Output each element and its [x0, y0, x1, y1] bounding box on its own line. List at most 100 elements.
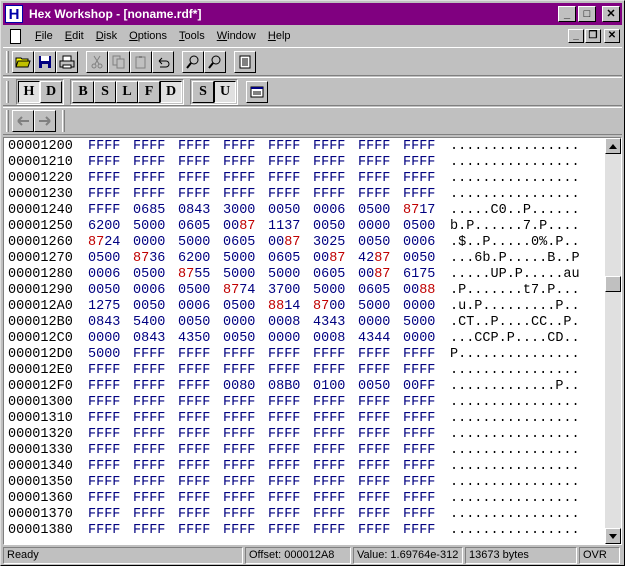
hex-word[interactable]: FFFF — [178, 139, 223, 155]
hex-word[interactable]: FFFF — [223, 427, 268, 443]
undo-button[interactable] — [152, 50, 174, 73]
hex-word[interactable]: FFFF — [223, 395, 268, 411]
hex-word[interactable]: FFFF — [223, 139, 268, 155]
toolbar-grip[interactable] — [6, 110, 9, 132]
hex-mode-button[interactable]: H — [18, 80, 40, 103]
hex-word[interactable]: FFFF — [403, 411, 448, 427]
hex-word[interactable]: FFFF — [268, 411, 313, 427]
hex-ascii[interactable]: ................ — [450, 507, 580, 523]
hex-row[interactable]: 00001240 FFFF 0685 0843 3000 0050 0006 0500 8717… — [8, 203, 580, 219]
hex-word[interactable]: FFFF — [178, 347, 223, 363]
open-button[interactable] — [12, 50, 34, 73]
hex-row[interactable]: 000012A0 1275 0050 0006 0500 8814 8700 5000 0000… — [8, 299, 580, 315]
hex-word[interactable]: FFFF — [403, 427, 448, 443]
hex-word[interactable]: 0006 — [178, 299, 223, 315]
hex-word[interactable]: FFFF — [88, 411, 133, 427]
hex-word[interactable]: FFFF — [178, 379, 223, 395]
hex-word[interactable]: FFFF — [133, 459, 178, 475]
hex-word[interactable]: FFFF — [403, 395, 448, 411]
hex-word[interactable]: FFFF — [268, 363, 313, 379]
hex-row[interactable]: 000012D0 5000 FFFF FFFF FFFF FFFF FFFF FFFF FFFF… — [8, 347, 580, 363]
hex-word[interactable]: 4343 — [313, 315, 358, 331]
hex-word[interactable]: 0008 — [268, 315, 313, 331]
hex-row[interactable]: 000012B0 0843 5400 0050 0000 0008 4343 0000 5000… — [8, 315, 580, 331]
hex-word[interactable]: FFFF — [268, 187, 313, 203]
hex-rows[interactable]: 00001200 FFFF FFFF FFFF FFFF FFFF FFFF FFFF FFFF… — [8, 139, 580, 539]
mdi-minimize-button[interactable]: _ — [568, 28, 584, 43]
hex-word[interactable]: 3700 — [268, 283, 313, 299]
find-button[interactable] — [182, 50, 204, 73]
hex-word[interactable]: FFFF — [403, 155, 448, 171]
hex-word[interactable]: FFFF — [358, 491, 403, 507]
hex-ascii[interactable]: ................ — [450, 171, 580, 187]
hex-word[interactable]: FFFF — [178, 491, 223, 507]
hex-word[interactable]: 0685 — [133, 203, 178, 219]
hex-word[interactable]: FFFF — [88, 171, 133, 187]
hex-word[interactable]: FFFF — [133, 171, 178, 187]
hex-word[interactable]: 0000 — [223, 315, 268, 331]
toolbar-grip[interactable] — [6, 50, 9, 73]
hex-word[interactable]: 0605 — [223, 235, 268, 251]
hex-word[interactable]: 5000 — [358, 299, 403, 315]
menu-window[interactable]: Window — [211, 30, 262, 42]
hex-word[interactable]: 0006 — [403, 235, 448, 251]
hex-word[interactable]: 0500 — [133, 267, 178, 283]
calculator-button[interactable] — [246, 80, 268, 103]
hex-word[interactable]: FFFF — [88, 139, 133, 155]
scroll-thumb[interactable] — [605, 276, 621, 292]
hex-word[interactable]: FFFF — [88, 507, 133, 523]
hex-word[interactable]: 6175 — [403, 267, 448, 283]
hex-word[interactable]: 0087 — [313, 251, 358, 267]
hex-word[interactable]: FFFF — [358, 155, 403, 171]
hex-word[interactable]: FFFF — [88, 523, 133, 539]
hex-word[interactable]: FFFF — [178, 459, 223, 475]
hex-word[interactable]: FFFF — [223, 171, 268, 187]
byte-mode-button[interactable]: B — [72, 80, 94, 103]
hex-word[interactable]: 5400 — [133, 315, 178, 331]
hex-word[interactable]: 3000 — [223, 203, 268, 219]
hex-word[interactable]: FFFF — [88, 187, 133, 203]
float-mode-button[interactable]: F — [138, 80, 160, 103]
hex-word[interactable]: 1275 — [88, 299, 133, 315]
hex-word[interactable]: FFFF — [403, 523, 448, 539]
hex-word[interactable]: FFFF — [358, 507, 403, 523]
hex-word[interactable]: FFFF — [358, 363, 403, 379]
hex-word[interactable]: FFFF — [403, 139, 448, 155]
hex-word[interactable]: 5000 — [268, 267, 313, 283]
long-mode-button[interactable]: L — [116, 80, 138, 103]
hex-word[interactable]: 0080 — [223, 379, 268, 395]
hex-row[interactable]: 00001380 FFFF FFFF FFFF FFFF FFFF FFFF FFFF FFFF… — [8, 523, 580, 539]
hex-word[interactable]: 0006 — [313, 203, 358, 219]
hex-word[interactable]: FFFF — [268, 139, 313, 155]
hex-word[interactable]: 0500 — [403, 219, 448, 235]
scroll-up-button[interactable] — [605, 138, 621, 154]
hex-word[interactable]: FFFF — [133, 395, 178, 411]
mdi-close-button[interactable]: ✕ — [604, 28, 620, 43]
hex-ascii[interactable]: ................ — [450, 443, 580, 459]
signed-mode-button[interactable]: S — [192, 80, 214, 103]
hex-word[interactable]: 5000 — [178, 235, 223, 251]
hex-ascii[interactable]: .....UP.P.....au — [450, 267, 580, 283]
hex-word[interactable]: 0500 — [88, 251, 133, 267]
hex-word[interactable]: FFFF — [223, 491, 268, 507]
hex-word[interactable]: 5000 — [313, 283, 358, 299]
hex-row[interactable]: 00001290 0050 0006 0500 8774 3700 5000 0605 0088… — [8, 283, 580, 299]
hex-word[interactable]: 0088 — [403, 283, 448, 299]
hex-row[interactable]: 00001270 0500 8736 6200 5000 0605 0087 4287 0050… — [8, 251, 580, 267]
hex-word[interactable]: FFFF — [403, 491, 448, 507]
menu-options[interactable]: Options — [123, 30, 173, 42]
hex-word[interactable]: 8717 — [403, 203, 448, 219]
hex-ascii[interactable]: P............... — [450, 347, 580, 363]
hex-word[interactable]: 0050 — [88, 283, 133, 299]
hex-word[interactable]: 0050 — [223, 331, 268, 347]
hex-word[interactable]: FFFF — [223, 187, 268, 203]
hex-ascii[interactable]: ................ — [450, 155, 580, 171]
hex-word[interactable]: FFFF — [133, 411, 178, 427]
hex-word[interactable]: FFFF — [178, 171, 223, 187]
hex-word[interactable]: FFFF — [88, 363, 133, 379]
hex-word[interactable]: 0050 — [268, 203, 313, 219]
hex-word[interactable]: FFFF — [223, 443, 268, 459]
hex-word[interactable]: FFFF — [313, 427, 358, 443]
hex-word[interactable]: 4350 — [178, 331, 223, 347]
hex-word[interactable]: FFFF — [313, 139, 358, 155]
